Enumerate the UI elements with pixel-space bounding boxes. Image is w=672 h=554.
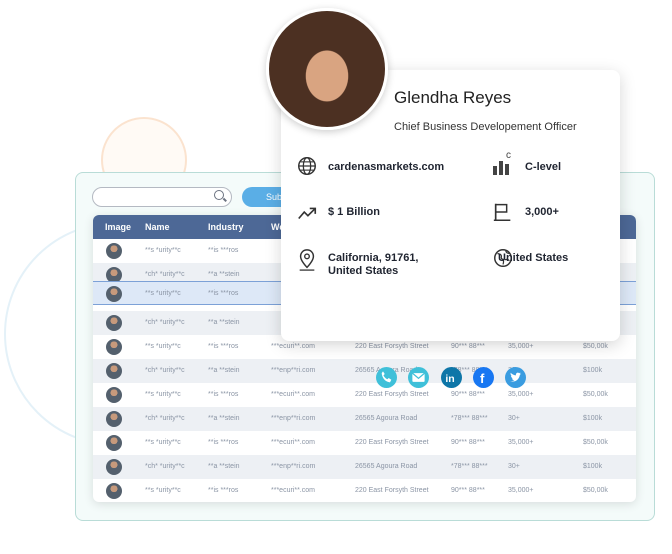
linkedin-icon[interactable]: in xyxy=(441,367,462,388)
avatar xyxy=(106,315,122,331)
avatar xyxy=(106,339,122,355)
cell-employees: 35,000+ xyxy=(508,439,534,446)
twitter-icon[interactable] xyxy=(505,367,526,388)
contact-name: Glendha Reyes xyxy=(394,88,512,107)
contact-title: Chief Business Developement Officer xyxy=(394,121,577,133)
cell-website: ***enp**ri.com xyxy=(271,463,316,470)
cell-industry: **a **stein xyxy=(208,463,240,470)
cell-name: **s *urity**c xyxy=(145,487,181,494)
avatar xyxy=(106,387,122,403)
cell-phone: 90*** 88*** xyxy=(451,439,485,446)
cell-website: ***ecuri**.com xyxy=(271,487,315,494)
avatar xyxy=(106,459,122,475)
search-icon[interactable] xyxy=(214,190,224,200)
location-line-2: United States xyxy=(328,265,399,277)
cell-industry: **a **stein xyxy=(208,367,240,374)
cell-name: **s *urity**c xyxy=(145,290,181,297)
cell-revenue: $100k xyxy=(583,463,603,470)
cell-name: *ch* *urity**c xyxy=(145,415,185,422)
c-level-chart-icon: c xyxy=(493,150,511,175)
cell-website: ***ecuri**.com xyxy=(271,439,315,446)
avatar xyxy=(106,286,122,302)
cell-revenue: $50,00k xyxy=(583,487,608,494)
cell-industry: **is ***ros xyxy=(208,487,239,494)
email-icon[interactable] xyxy=(408,367,429,388)
cell-address: 220 East Forsyth Street xyxy=(355,439,429,446)
management-level: C-level xyxy=(525,161,562,173)
cell-revenue: $50,00k xyxy=(583,391,608,398)
country: United States xyxy=(498,252,569,264)
column-header-image[interactable]: Image xyxy=(105,215,131,239)
avatar xyxy=(106,483,122,499)
facebook-icon[interactable]: f xyxy=(473,367,494,388)
table-row[interactable]: *ch* *urity**c **a **stein ***enp**ri.com 2… xyxy=(93,455,636,479)
cell-industry: **is ***ros xyxy=(208,439,239,446)
table-row[interactable]: **s *urity**c **is ***ros ***ecuri**.com 22… xyxy=(93,479,636,502)
employee-count: 3,000+ xyxy=(525,206,559,218)
company-revenue: $ 1 Billion xyxy=(328,206,380,218)
avatar xyxy=(106,243,122,259)
trending-up-icon xyxy=(298,207,317,220)
cell-address: 220 East Forsyth Street xyxy=(355,487,429,494)
cell-revenue: $50,00k xyxy=(583,439,608,446)
globe-icon xyxy=(298,157,316,175)
table-row[interactable]: *ch* *urity**c **a **stein ***enp**ri.com 2… xyxy=(93,407,636,431)
cell-revenue: $100k xyxy=(583,367,603,374)
cell-phone: *78*** 88*** xyxy=(451,463,488,470)
cell-employees: 30+ xyxy=(508,463,520,470)
table-row[interactable]: *ch* *urity**c **a **stein ***enp**ri.com 2… xyxy=(93,359,636,383)
profile-photo xyxy=(266,8,388,130)
cell-industry: **is ***ros xyxy=(208,343,239,350)
cell-revenue: $100k xyxy=(583,415,603,422)
cell-phone: *78*** 88*** xyxy=(451,415,488,422)
cell-website: ***enp**ri.com xyxy=(271,415,316,422)
search-input[interactable] xyxy=(92,187,232,207)
avatar xyxy=(106,411,122,427)
svg-text:f: f xyxy=(480,371,485,386)
cell-name: **s *urity**c xyxy=(145,343,181,350)
cell-name: **s *urity**c xyxy=(145,247,181,254)
cell-employees: 35,000+ xyxy=(508,487,534,494)
cell-name: *ch* *urity**c xyxy=(145,367,185,374)
company-website[interactable]: cardenasmarkets.com xyxy=(328,161,444,174)
cell-name: **s *urity**c xyxy=(145,391,181,398)
cell-name: *ch* *urity**c xyxy=(145,463,185,470)
cell-address: 26565 Agoura Road xyxy=(355,463,418,470)
cell-website: ***ecuri**.com xyxy=(271,391,315,398)
cell-industry: **is ***ros xyxy=(208,391,239,398)
svg-text:c: c xyxy=(506,150,511,161)
svg-text:in: in xyxy=(445,373,454,385)
location-pin-icon xyxy=(299,249,315,271)
cell-phone: 90*** 88*** xyxy=(451,487,485,494)
column-header-industry[interactable]: Industry xyxy=(208,215,244,239)
cell-website: ***enp**ri.com xyxy=(271,367,316,374)
avatar xyxy=(106,435,122,451)
cell-employees: 30+ xyxy=(508,415,520,422)
table-row[interactable]: **s *urity**c **is ***ros ***ecuri**.com 22… xyxy=(93,431,636,455)
cell-industry: **a **stein xyxy=(208,415,240,422)
phone-icon[interactable] xyxy=(376,367,397,388)
cell-name: **s *urity**c xyxy=(145,439,181,446)
avatar xyxy=(106,363,122,379)
table-row[interactable]: **s *urity**c **is ***ros ***ecuri**.com 22… xyxy=(93,383,636,407)
column-header-name[interactable]: Name xyxy=(145,215,170,239)
cell-address: 26565 Agoura Road xyxy=(355,415,418,422)
cell-industry: **a **stein xyxy=(208,319,240,326)
location-line-1: California, 91761, xyxy=(328,252,419,264)
flag-icon xyxy=(493,203,511,221)
cell-name: *ch* *urity**c xyxy=(145,319,185,326)
cell-industry: **is ***ros xyxy=(208,290,239,297)
cell-industry: **is ***ros xyxy=(208,247,239,254)
location: California, 91761, United States xyxy=(328,252,419,278)
